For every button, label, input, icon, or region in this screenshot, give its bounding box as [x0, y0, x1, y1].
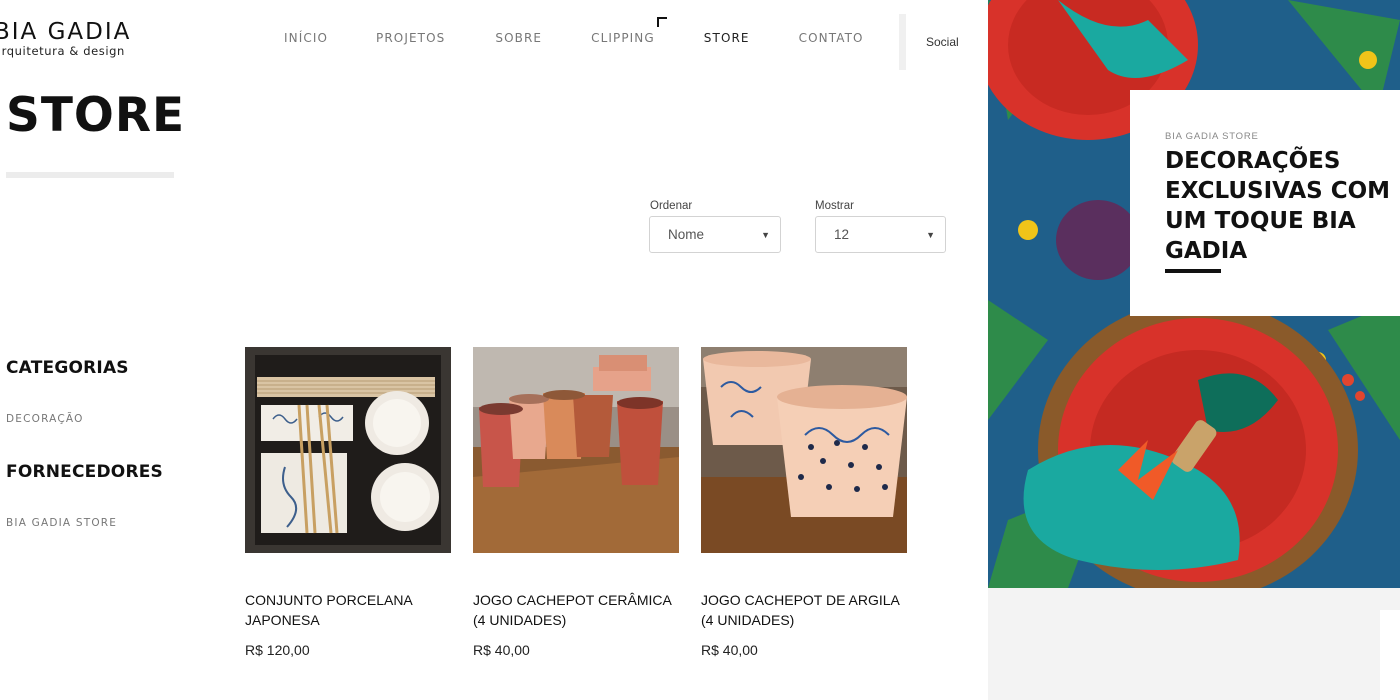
sort-select-value: Nome — [668, 227, 705, 242]
categories-heading: CATEGORIAS — [6, 358, 129, 378]
supplier-link-bia-gadia-store[interactable]: BIA GADIA STORE — [6, 517, 117, 529]
product-card[interactable]: CONJUNTO PORCELANA JAPONESA R$ 120,00 — [245, 347, 451, 658]
show-select-value: 12 — [834, 227, 850, 242]
nav-link-inicio[interactable]: INÍCIO — [284, 31, 328, 45]
product-price: R$ 120,00 — [245, 642, 310, 658]
product-image-ceramic-cachepot-set[interactable] — [473, 347, 679, 553]
nav-link-projetos[interactable]: PROJETOS — [376, 31, 445, 45]
product-name[interactable]: CONJUNTO PORCELANA JAPONESA — [245, 590, 451, 630]
product-image-japanese-porcelain-set[interactable] — [245, 347, 451, 553]
product-name[interactable]: JOGO CACHEPOT DE ARGILA (4 UNIDADES) — [701, 590, 907, 630]
product-card[interactable]: JOGO CACHEPOT CERÂMICA (4 UNIDADES) R$ 4… — [473, 347, 679, 658]
category-link-decoracao[interactable]: DECORAÇÃO — [6, 413, 84, 425]
page-title: STORE — [6, 88, 186, 143]
main-nav: INÍCIO PROJETOS SOBRE CLIPPING STORE CON… — [284, 31, 864, 45]
active-nav-marker — [657, 17, 667, 27]
show-label: Mostrar — [815, 200, 854, 212]
nav-divider — [899, 14, 906, 70]
brand-name: BIA GADIA — [0, 19, 132, 45]
promo-card[interactable]: BIA GADIA STORE DECORAÇÕES EXCLUSIVAS CO… — [1130, 90, 1400, 316]
product-name[interactable]: JOGO CACHEPOT CERÂMICA (4 UNIDADES) — [473, 590, 679, 630]
product-price: R$ 40,00 — [473, 642, 530, 658]
nav-link-contato[interactable]: CONTATO — [799, 31, 864, 45]
suppliers-heading: FORNECEDORES — [6, 462, 163, 482]
product-price: R$ 40,00 — [701, 642, 758, 658]
chevron-down-icon: ▼ — [926, 229, 935, 240]
promo-headline: DECORAÇÕES EXCLUSIVAS COM UM TOQUE BIA G… — [1165, 148, 1391, 264]
banner-footer-box — [1380, 610, 1400, 700]
nav-link-clipping[interactable]: CLIPPING — [591, 31, 655, 45]
brand-subtitle: arquitetura & design — [0, 44, 125, 58]
social-link[interactable]: Social — [926, 35, 959, 49]
sort-label: Ordenar — [650, 200, 693, 212]
title-underline — [6, 172, 174, 178]
show-select[interactable]: 12 ▼ — [815, 216, 946, 253]
brand-logo[interactable]: BIA GADIA arquitetura & design — [0, 20, 131, 58]
banner-footer-area — [988, 588, 1400, 700]
product-image-clay-cachepot-set[interactable] — [701, 347, 907, 553]
promo-underline — [1165, 269, 1221, 273]
chevron-down-icon: ▼ — [761, 229, 770, 240]
nav-link-sobre[interactable]: SOBRE — [495, 31, 542, 45]
sort-select[interactable]: Nome ▼ — [649, 216, 781, 253]
nav-link-store[interactable]: STORE — [704, 31, 750, 45]
promo-kicker: BIA GADIA STORE — [1165, 131, 1259, 142]
product-card[interactable]: JOGO CACHEPOT DE ARGILA (4 UNIDADES) R$ … — [701, 347, 907, 658]
